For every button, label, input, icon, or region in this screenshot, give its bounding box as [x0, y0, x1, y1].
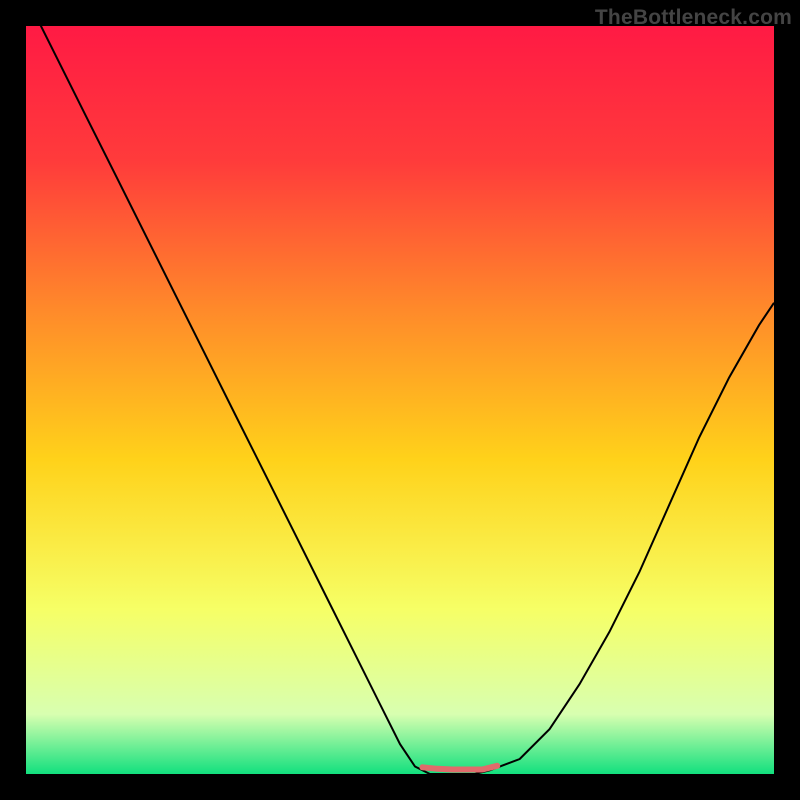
- watermark-text: TheBottleneck.com: [595, 6, 792, 30]
- chart-svg: [26, 26, 774, 774]
- chart-frame: TheBottleneck.com: [0, 0, 800, 800]
- gradient-background: [26, 26, 774, 774]
- plot-area: [26, 26, 774, 774]
